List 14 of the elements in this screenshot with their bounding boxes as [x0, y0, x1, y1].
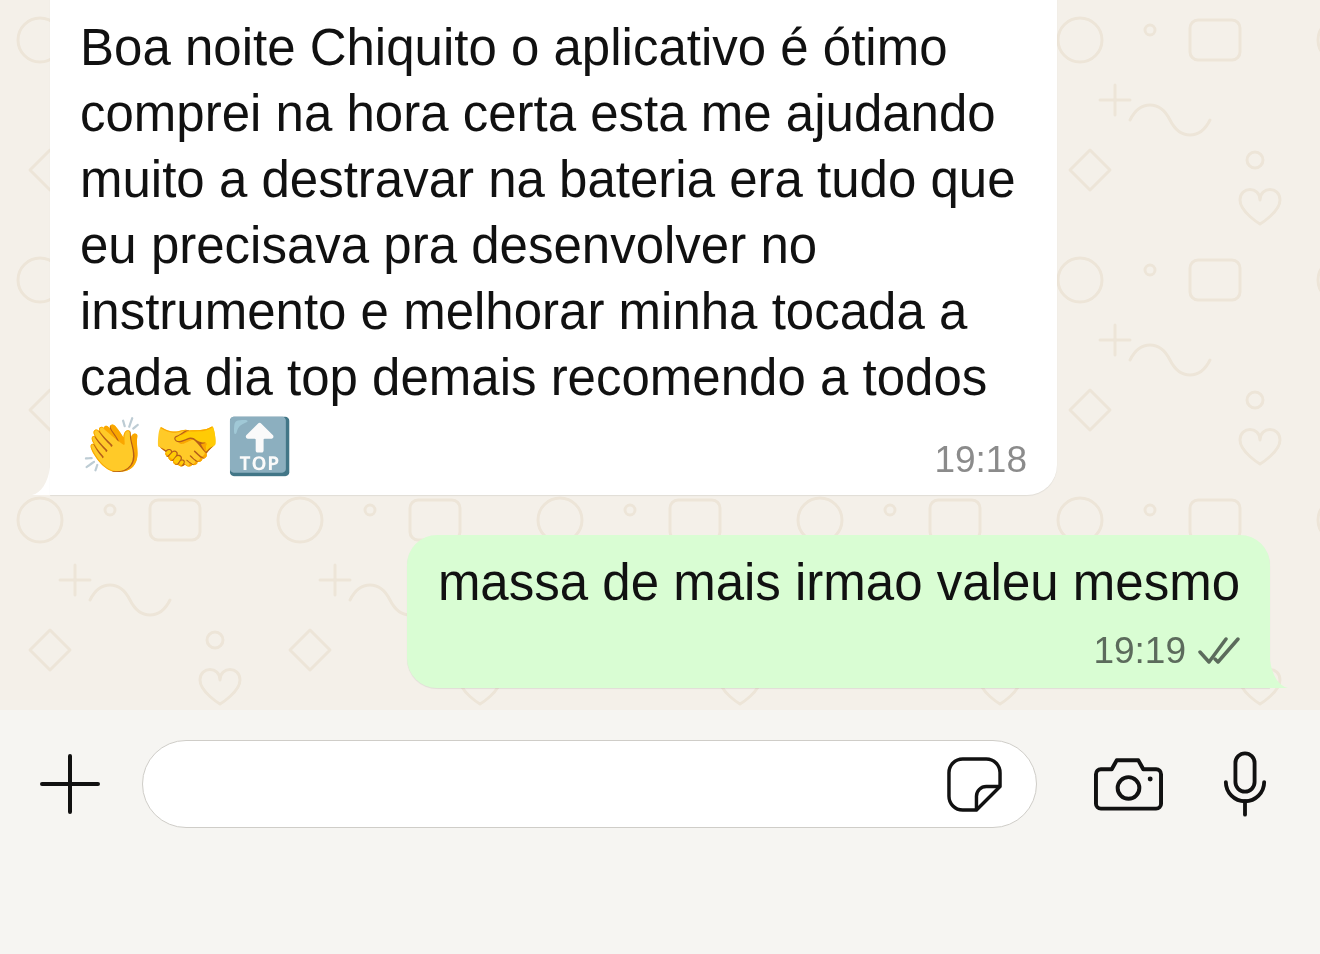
- sticker-icon[interactable]: [947, 756, 1002, 812]
- message-text: Boa noite Chiquito o aplicativo é ótimo comprei na hora certa esta me ajudando muito a destravar na bateria era tudo que eu precisava pra desenvolver no instrumento e melhorar minha tocada a cada dia top demais recomendo a todos: [80, 18, 1017, 408]
- message-text: massa de mais irmao valeu mesmo: [437, 553, 1240, 613]
- camera-icon: [1094, 757, 1163, 811]
- plus-icon: [40, 754, 100, 814]
- emoji: 🔝: [226, 415, 293, 478]
- camera-button[interactable]: [1094, 757, 1163, 811]
- emoji: 👏: [80, 415, 147, 478]
- message-time: 19:19: [1093, 630, 1186, 672]
- microphone-icon: [1222, 751, 1268, 817]
- add-button[interactable]: [40, 754, 100, 814]
- message-time: 19:18: [934, 439, 1027, 481]
- emoji: 🤝: [153, 415, 220, 478]
- microphone-button[interactable]: [1222, 750, 1268, 818]
